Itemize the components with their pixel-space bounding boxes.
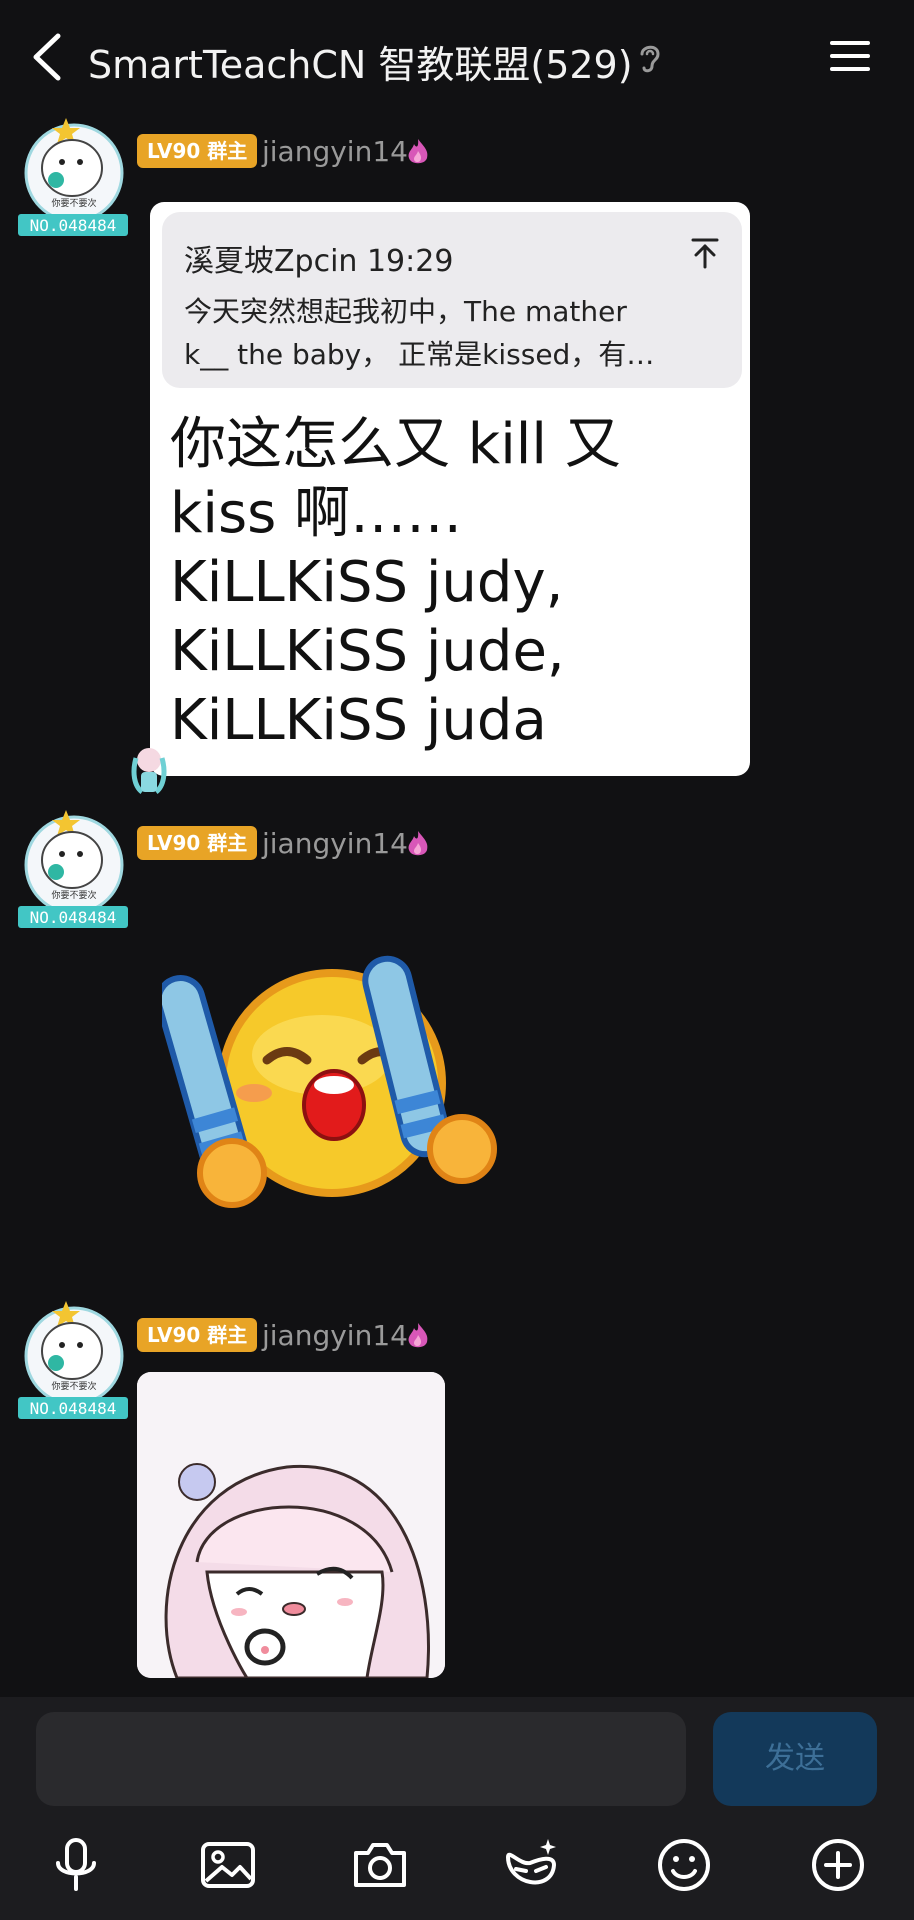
- ear-icon[interactable]: [636, 40, 664, 76]
- emoji-icon[interactable]: [654, 1835, 714, 1895]
- plus-icon[interactable]: [808, 1835, 868, 1895]
- message-line: 你这怎么又 kill 又: [170, 412, 621, 477]
- message-line: KiLLKiSS jude,: [170, 619, 565, 684]
- avatar[interactable]: NO.048484 你要不要次: [16, 810, 130, 930]
- group-title[interactable]: SmartTeachCN 智教联盟(529): [88, 34, 633, 89]
- avatar-tag: NO.048484: [30, 1399, 117, 1418]
- message-line: KiLLKiSS juda: [170, 688, 547, 753]
- image-icon[interactable]: [198, 1835, 258, 1895]
- composer-bar: 发送: [0, 1697, 914, 1920]
- role-badge: LV90 群主: [137, 134, 258, 168]
- username[interactable]: jiangyin14: [262, 135, 408, 168]
- bubble-decoration-icon: [131, 748, 167, 794]
- message-line: KiLLKiSS judy,: [170, 550, 564, 615]
- anime-girl-crying-sticker[interactable]: [137, 1372, 445, 1678]
- quote-text: 今天突然想起我初中，The mather k__ the baby， 正常是ki…: [184, 290, 704, 376]
- quote-sender-time: 溪夏坡Zpcin 19:29: [184, 244, 454, 279]
- avatar-caption: 你要不要次: [51, 889, 96, 901]
- cheering-emoji-sticker[interactable]: [162, 945, 502, 1215]
- flame-icon: [408, 139, 428, 164]
- quote-line: 今天突然想起我初中，The mather: [184, 295, 627, 328]
- chat-header: SmartTeachCN 智教联盟(529): [0, 0, 914, 110]
- message-line: kiss 啊……: [170, 481, 463, 546]
- back-chevron-icon[interactable]: [28, 30, 68, 84]
- username[interactable]: jiangyin14: [262, 1319, 408, 1352]
- avatar-tag: NO.048484: [30, 908, 117, 927]
- message-input[interactable]: [36, 1712, 686, 1806]
- menu-icon[interactable]: [828, 38, 872, 74]
- message-bubble[interactable]: 溪夏坡Zpcin 19:29 今天突然想起我初中，The mather k__ …: [150, 202, 750, 776]
- quoted-reply[interactable]: 溪夏坡Zpcin 19:29 今天突然想起我初中，The mather k__ …: [162, 212, 742, 388]
- microphone-icon[interactable]: [46, 1835, 106, 1895]
- avatar-tag: NO.048484: [30, 216, 117, 235]
- avatar-caption: 你要不要次: [51, 1380, 96, 1392]
- avatar[interactable]: NO.048484 你要不要次: [16, 118, 130, 238]
- quote-line: k__ the baby， 正常是kissed，有…: [184, 338, 655, 371]
- role-badge: LV90 群主: [137, 1318, 258, 1352]
- jump-to-top-icon[interactable]: [688, 236, 722, 270]
- camera-icon[interactable]: [350, 1835, 410, 1895]
- avatar-caption: 你要不要次: [51, 197, 96, 209]
- send-button[interactable]: 发送: [713, 1712, 877, 1806]
- flame-icon: [408, 1323, 428, 1348]
- role-badge: LV90 群主: [137, 826, 258, 860]
- ai-face-icon[interactable]: [500, 1835, 560, 1895]
- sticker-illustration: [137, 1372, 445, 1678]
- message-text: 你这怎么又 kill 又 kiss 啊…… KiLLKiSS judy, KiL…: [170, 410, 740, 755]
- avatar[interactable]: NO.048484 你要不要次: [16, 1301, 130, 1421]
- flame-icon: [408, 831, 428, 856]
- username[interactable]: jiangyin14: [262, 827, 408, 860]
